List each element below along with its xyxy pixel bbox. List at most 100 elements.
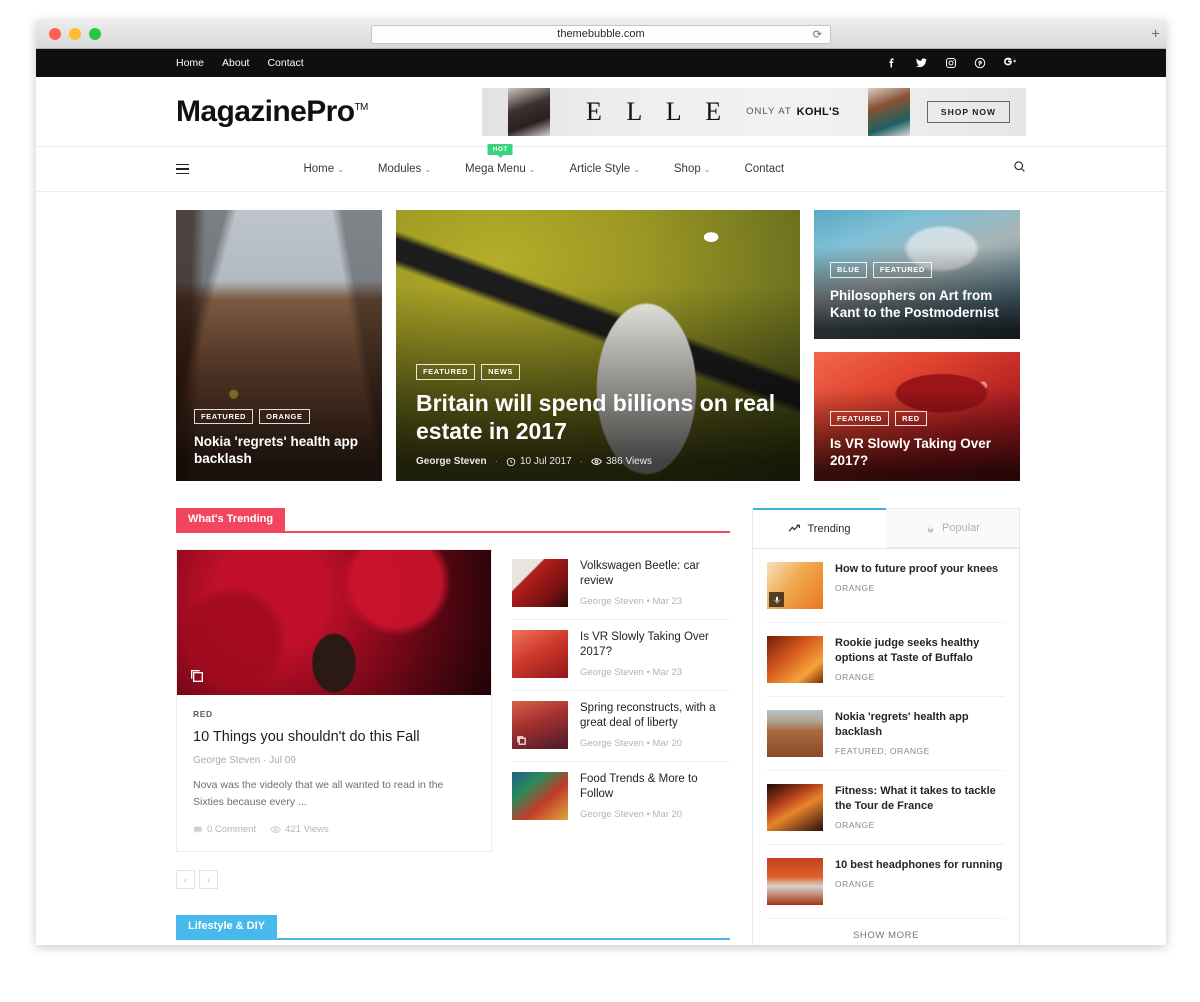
nav-item-home[interactable]: Home ⌄ — [303, 163, 343, 175]
nav-item-shop[interactable]: Shop ⌄ — [674, 163, 711, 175]
maximize-window-button[interactable] — [89, 28, 101, 40]
tag-orange[interactable]: ORANGE — [259, 408, 310, 424]
hero-center-author[interactable]: George Steven — [416, 456, 487, 467]
ad-shop-now-button[interactable]: SHOP NOW — [926, 100, 1010, 123]
close-window-button[interactable] — [49, 28, 61, 40]
list-item[interactable]: Volkswagen Beetle: car review George Ste… — [512, 549, 730, 620]
address-bar[interactable]: themebubble.com ⟳ — [371, 24, 831, 44]
list-item-title[interactable]: Fitness: What it takes to tackle the Tou… — [835, 784, 1005, 814]
trending-row: RED 10 Things you shouldn't do this Fall… — [176, 549, 730, 853]
pagination-next-button[interactable]: › — [199, 870, 218, 890]
hero-center-views-wrap: 386 Views — [591, 456, 652, 467]
list-item-meta: George Steven • Mar 20 — [580, 738, 730, 749]
hero-card-center[interactable]: FEATURED NEWS Britain will spend billion… — [396, 210, 800, 481]
list-item[interactable]: Is VR Slowly Taking Over 2017? George St… — [512, 620, 730, 691]
nav-item-mega-menu-label: Mega Menu — [465, 163, 526, 175]
hero-card-right-bottom[interactable]: FEATURED RED Is VR Slowly Taking Over 20… — [814, 352, 1020, 481]
eye-icon — [591, 458, 602, 465]
nav-item-mega-menu[interactable]: HOT Mega Menu ⌄ — [465, 144, 535, 175]
featured-article-title[interactable]: 10 Things you shouldn't do this Fall — [193, 728, 475, 747]
main-navigation: Home ⌄ Modules ⌄ HOT Mega Menu ⌄ Article St… — [36, 144, 1166, 192]
list-item-title[interactable]: Nokia 'regrets' health app backlash — [835, 710, 1005, 740]
featured-article-category[interactable]: RED — [193, 709, 475, 719]
browser-chrome-bar: themebubble.com ⟳ + — [36, 20, 1166, 49]
hero-right-bottom-tags: FEATURED RED — [830, 410, 1006, 426]
list-item-title[interactable]: Is VR Slowly Taking Over 2017? — [580, 630, 730, 661]
list-item-thumbnail — [767, 784, 823, 831]
search-icon[interactable] — [1013, 160, 1026, 178]
list-item[interactable]: Nokia 'regrets' health app backlash FEAT… — [767, 697, 1005, 771]
tag-featured[interactable]: FEATURED — [872, 262, 932, 278]
googleplus-icon[interactable] — [1003, 57, 1018, 69]
featured-article-comments: 0 Comment — [207, 824, 257, 836]
list-item-title[interactable]: Volkswagen Beetle: car review — [580, 559, 730, 590]
list-item-category: ORANGE — [835, 671, 875, 682]
show-more-button[interactable]: SHOW MORE — [753, 919, 1019, 945]
facebook-icon[interactable] — [886, 57, 898, 69]
site-logo[interactable]: MagazineProTM — [176, 95, 368, 129]
browser-window: themebubble.com ⟳ + Home About Contact M… — [36, 20, 1166, 945]
topnav-item-contact[interactable]: Contact — [267, 57, 303, 69]
list-item-date: Mar 23 — [652, 666, 683, 678]
nav-item-contact-label: Contact — [744, 163, 785, 175]
fire-icon — [927, 523, 934, 533]
hero-right-top-title[interactable]: Philosophers on Art from Kant to the Pos… — [830, 287, 1006, 321]
tag-red[interactable]: RED — [895, 410, 927, 426]
tag-featured[interactable]: FEATURED — [416, 364, 476, 380]
tag-featured[interactable]: FEATURED — [194, 408, 254, 424]
twitter-icon[interactable] — [915, 57, 928, 69]
nav-item-article-style[interactable]: Article Style ⌄ — [569, 163, 639, 175]
featured-image-backdrop — [177, 550, 491, 695]
list-item-title[interactable]: Food Trends & More to Follow — [580, 772, 730, 803]
tag-news[interactable]: NEWS — [481, 364, 520, 380]
list-item-title[interactable]: Spring reconstructs, with a great deal o… — [580, 701, 730, 732]
tab-popular[interactable]: Popular — [886, 509, 1019, 548]
hamburger-icon[interactable] — [176, 163, 189, 175]
nav-item-contact[interactable]: Contact — [744, 163, 784, 175]
lifestyle-section-header: Lifestyle & DIY — [176, 915, 730, 941]
list-item-title[interactable]: How to future proof your knees — [835, 562, 998, 577]
hero-center-tags: FEATURED NEWS — [416, 364, 780, 380]
hero-card-left[interactable]: FEATURED ORANGE Nokia 'regrets' health a… — [176, 210, 382, 481]
tag-blue[interactable]: BLUE — [830, 262, 867, 278]
hero-right-bottom-title[interactable]: Is VR Slowly Taking Over 2017? — [830, 435, 1006, 469]
hero-center-title[interactable]: Britain will spend billions on real esta… — [416, 389, 780, 445]
hero-center-date: 10 Jul 2017 — [519, 456, 572, 467]
reload-icon[interactable]: ⟳ — [813, 28, 822, 41]
banner-ad[interactable]: E L L E ONLY AT KOHL'S SHOP NOW — [482, 87, 1026, 136]
instagram-icon[interactable] — [945, 57, 957, 69]
window-controls[interactable] — [49, 28, 101, 40]
pinterest-icon[interactable] — [974, 57, 986, 69]
list-item-author: George Steven — [580, 808, 644, 820]
list-item[interactable]: How to future proof your knees ORANGE — [767, 549, 1005, 623]
topnav-item-about[interactable]: About — [222, 57, 249, 69]
hero-right-top-tags: BLUE FEATURED — [830, 262, 1006, 278]
list-item-meta: George Steven • Mar 23 — [580, 667, 730, 678]
list-item[interactable]: Spring reconstructs, with a great deal o… — [512, 691, 730, 762]
pagination-prev-button[interactable]: ‹ — [176, 870, 195, 890]
list-item[interactable]: Fitness: What it takes to tackle the Tou… — [767, 771, 1005, 845]
hero-left-title[interactable]: Nokia 'regrets' health app backlash — [194, 433, 364, 467]
list-item[interactable]: Rookie judge seeks healthy options at Ta… — [767, 623, 1005, 697]
new-tab-button[interactable]: + — [1151, 27, 1160, 42]
nav-item-modules[interactable]: Modules ⌄ — [378, 163, 431, 175]
hero-right-top-content: BLUE FEATURED Philosophers on Art from K… — [830, 262, 1006, 321]
tab-trending[interactable]: Trending — [753, 508, 886, 547]
list-item[interactable]: 10 best headphones for running ORANGE — [767, 845, 1005, 919]
hero-card-right-top[interactable]: BLUE FEATURED Philosophers on Art from K… — [814, 210, 1020, 339]
list-item-title[interactable]: Rookie judge seeks healthy options at Ta… — [835, 636, 1005, 666]
ad-retailer-name: KOHL'S — [796, 105, 840, 118]
eye-icon — [270, 826, 281, 834]
view-count-wrap: 421 Views — [270, 824, 329, 835]
minimize-window-button[interactable] — [69, 28, 81, 40]
list-item[interactable]: Food Trends & More to Follow George Stev… — [512, 762, 730, 832]
widget-tabs: Trending Popular — [753, 508, 1019, 549]
hot-badge: HOT — [487, 144, 513, 155]
topnav-item-home[interactable]: Home — [176, 57, 204, 69]
tag-featured[interactable]: FEATURED — [830, 410, 890, 426]
featured-article-card[interactable]: RED 10 Things you shouldn't do this Fall… — [176, 549, 492, 853]
featured-article-body: RED 10 Things you shouldn't do this Fall… — [177, 695, 491, 851]
list-item-title[interactable]: 10 best headphones for running — [835, 858, 1002, 873]
hero-center-meta: George Steven · 10 Jul 2017 · 386 Views — [416, 456, 780, 467]
trending-pagination: ‹ › — [176, 870, 730, 890]
